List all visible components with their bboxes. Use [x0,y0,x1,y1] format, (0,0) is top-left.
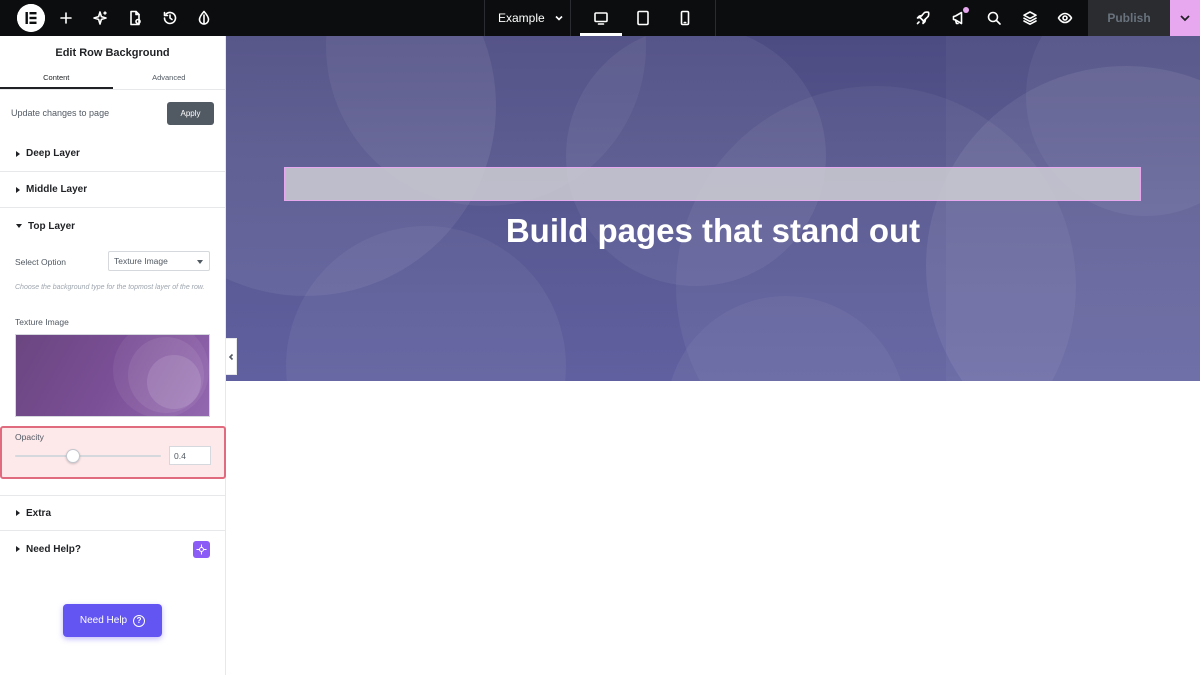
section-label: Top Layer [28,220,76,232]
selected-element-outline[interactable] [284,167,1141,201]
elementor-logo-icon[interactable] [17,4,45,32]
apply-button[interactable]: Apply [167,102,214,125]
editor-panel: Edit Row Background Content Advanced Upd… [0,36,226,675]
history-icon[interactable] [160,8,180,28]
tablet-icon[interactable] [633,8,653,28]
add-icon[interactable] [56,8,76,28]
divider [715,0,716,36]
update-changes-label: Update changes to page [11,108,110,118]
select-option-help-text: Choose the background type for the topmo… [15,284,205,291]
section-label: Extra [26,507,52,519]
select-option-value: Texture Image [114,256,168,266]
chevron-left-icon [228,353,234,360]
section-extra[interactable]: Extra [0,495,226,531]
hero-texture-shapes [226,36,1200,381]
tab-content[interactable]: Content [0,70,113,89]
texture-image-label: Texture Image [15,317,69,327]
panel-title: Edit Row Background [55,47,170,59]
search-icon[interactable] [984,8,1004,28]
ai-sparkle-icon[interactable] [90,8,110,28]
document-title-dropdown[interactable]: Example [498,0,565,36]
divider [570,0,571,36]
document-title: Example [498,11,545,25]
desktop-icon[interactable] [591,8,611,28]
update-changes-row: Update changes to page Apply [0,101,226,127]
question-circle-icon: ? [133,614,146,627]
opacity-control-highlighted: Opacity [0,426,226,479]
select-option-dropdown[interactable]: Texture Image [108,251,210,271]
hero-heading[interactable]: Build pages that stand out [226,212,1200,250]
publish-button[interactable]: Publish [1088,0,1170,36]
opacity-slider-track[interactable] [15,449,161,463]
chevron-down-icon [555,15,563,21]
site-settings-icon[interactable] [194,8,214,28]
caret-right-icon [16,150,20,157]
section-label: Middle Layer [26,184,88,195]
texture-image-preview[interactable] [15,334,210,417]
section-label: Need Help? [26,543,82,555]
section-top-layer[interactable]: Top Layer [0,208,226,244]
caret-right-icon [16,510,20,516]
hero-section[interactable]: Build pages that stand out [226,36,1200,381]
preview-canvas: Build pages that stand out [226,36,1200,675]
page-settings-icon[interactable] [125,8,145,28]
dropdown-arrow-icon [197,260,203,264]
chevron-down-icon [1180,15,1190,22]
section-middle-layer[interactable]: Middle Layer [0,172,226,208]
rocket-icon[interactable] [913,8,933,28]
tab-advanced[interactable]: Advanced [113,70,226,89]
mobile-icon[interactable] [675,8,695,28]
caret-right-icon [16,186,20,193]
layers-icon[interactable] [1020,8,1040,28]
top-bar: Example Publish [0,0,1200,36]
opacity-label: Opacity [15,432,44,442]
section-deep-layer[interactable]: Deep Layer [0,136,226,172]
divider [484,0,485,36]
section-label: Deep Layer [26,148,80,159]
collapse-panel-button[interactable] [226,338,237,375]
caret-down-icon [16,224,22,228]
notification-dot [963,7,969,13]
publish-options-button[interactable] [1170,0,1200,36]
panel-tabs: Content Advanced [0,70,225,90]
floating-need-help-button[interactable]: Need Help ? [63,604,162,637]
opacity-input[interactable] [169,446,211,465]
caret-right-icon [16,546,20,552]
plugin-brand-icon[interactable] [193,541,210,558]
need-help-label: Need Help [79,615,128,626]
preview-eye-icon[interactable] [1055,8,1075,28]
opacity-slider-thumb[interactable] [66,449,81,463]
select-option-label: Select Option [15,257,67,267]
